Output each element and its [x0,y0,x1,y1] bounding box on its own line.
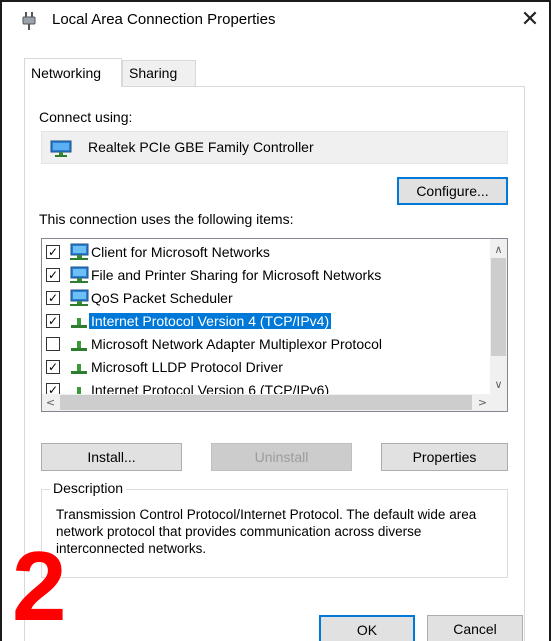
step-number-annotation: 2 [12,531,67,641]
list-item[interactable]: ✓ Client for Microsoft Networks [42,241,490,264]
close-icon[interactable]: ✕ [515,6,545,36]
scroll-left-icon[interactable]: < [42,394,59,411]
item-label: Microsoft LLDP Protocol Driver [91,359,283,375]
tab-sharing[interactable]: Sharing [122,60,196,87]
connect-using-label: Connect using: [39,109,133,125]
item-label: QoS Packet Scheduler [91,290,233,306]
item-checkbox[interactable]: ✓ [46,291,60,305]
title-bar[interactable]: Local Area Connection Properties ✕ [2,2,549,38]
adapter-name: Realtek PCIe GBE Family Controller [88,139,314,155]
list-item[interactable]: ✓ Microsoft LLDP Protocol Driver [42,356,490,379]
item-checkbox[interactable] [46,337,60,351]
item-checkbox[interactable]: ✓ [46,314,60,328]
configure-button[interactable]: Configure... [397,177,508,205]
item-label: Microsoft Network Adapter Multiplexor Pr… [91,336,382,352]
item-checkbox[interactable]: ✓ [46,268,60,282]
list-item[interactable]: ✓ Internet Protocol Version 4 (TCP/IPv4) [42,310,490,333]
items-label: This connection uses the following items… [39,211,294,227]
properties-dialog: Local Area Connection Properties ✕ Netwo… [0,0,551,641]
uninstall-button[interactable]: Uninstall [211,443,352,471]
scroll-thumb[interactable] [60,395,472,410]
scroll-up-icon[interactable]: ∧ [490,241,507,258]
network-service-icon [70,289,89,306]
item-label: Client for Microsoft Networks [91,244,270,260]
network-protocol-icon [71,364,87,374]
list-item[interactable]: Microsoft Network Adapter Multiplexor Pr… [42,333,490,356]
network-plug-icon [22,12,36,30]
network-service-icon [70,266,89,283]
item-checkbox[interactable]: ✓ [46,245,60,259]
list-item[interactable]: ✓ File and Printer Sharing for Microsoft… [42,264,490,287]
cancel-button[interactable]: Cancel [427,615,523,641]
tab-networking[interactable]: Networking [24,58,122,87]
network-protocol-icon [71,341,87,351]
ok-button[interactable]: OK [319,615,415,641]
install-button[interactable]: Install... [41,443,182,471]
description-group: Description Transmission Control Protoco… [41,480,508,578]
item-label: File and Printer Sharing for Microsoft N… [91,267,382,283]
vertical-scrollbar[interactable]: ∧ ∨ [490,239,507,394]
network-protocol-icon [71,318,87,328]
scroll-down-icon[interactable]: ∨ [490,376,507,393]
list-item[interactable]: ✓ QoS Packet Scheduler [42,287,490,310]
properties-button[interactable]: Properties [381,443,508,471]
scroll-right-icon[interactable]: > [474,394,491,411]
networking-panel: Connect using: Realtek PCIe GBE Family C… [24,86,525,641]
description-legend: Description [50,480,127,496]
scroll-thumb[interactable] [491,258,506,356]
adapter-field: Realtek PCIe GBE Family Controller [41,131,508,164]
description-text: Transmission Control Protocol/Internet P… [56,507,477,556]
components-list[interactable]: ✓ Client for Microsoft Networks ✓ File a… [41,238,508,412]
network-adapter-icon [50,140,72,157]
horizontal-scrollbar[interactable]: < > [42,394,507,411]
item-label: Internet Protocol Version 4 (TCP/IPv4) [89,313,332,329]
network-client-icon [70,243,89,260]
window-title: Local Area Connection Properties [52,11,276,28]
item-checkbox[interactable]: ✓ [46,360,60,374]
